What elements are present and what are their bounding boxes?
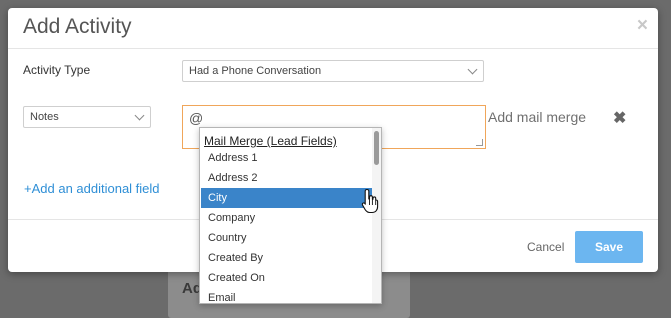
activity-type-select[interactable]: Had a Phone Conversation	[182, 60, 484, 82]
save-button[interactable]: Save	[575, 231, 643, 263]
field-select-value: Notes	[30, 111, 59, 123]
mail-merge-option-created-on[interactable]: Created On	[201, 268, 373, 288]
resize-grip-icon[interactable]	[476, 139, 483, 146]
mail-merge-option-country[interactable]: Country	[201, 228, 373, 248]
modal-header: Add Activity ×	[8, 8, 658, 49]
chevron-down-icon	[467, 64, 478, 75]
mail-merge-dropdown: Mail Merge (Lead Fields) Address 1 Addre…	[199, 127, 382, 304]
remove-icon[interactable]: ✖	[613, 108, 626, 128]
dropdown-scrollbar[interactable]	[372, 128, 381, 303]
close-icon[interactable]: ×	[637, 16, 648, 36]
activity-type-value: Had a Phone Conversation	[189, 65, 322, 77]
field-select[interactable]: Notes	[23, 106, 151, 128]
add-mail-merge-link[interactable]: Add mail merge	[488, 109, 586, 125]
cancel-button[interactable]: Cancel	[527, 240, 564, 254]
chevron-down-icon	[134, 110, 145, 121]
mail-merge-option-address-2[interactable]: Address 2	[201, 168, 373, 188]
activity-type-label: Activity Type	[23, 63, 91, 77]
add-additional-field-link[interactable]: +Add an additional field	[24, 181, 160, 196]
dropdown-scroll-thumb[interactable]	[374, 131, 379, 165]
mail-merge-option-address-1[interactable]: Address 1	[201, 148, 373, 168]
mail-merge-list: Address 1 Address 2 City Company Country…	[201, 148, 373, 303]
mail-merge-option-email[interactable]: Email	[201, 288, 373, 303]
mail-merge-dropdown-header: Mail Merge (Lead Fields)	[204, 134, 337, 148]
mail-merge-option-company[interactable]: Company	[201, 208, 373, 228]
notes-textarea-value: @	[189, 110, 204, 126]
mail-merge-option-created-by[interactable]: Created By	[201, 248, 373, 268]
hand-cursor-icon	[361, 188, 379, 214]
modal-title: Add Activity	[23, 15, 132, 38]
mail-merge-option-city[interactable]: City	[201, 188, 373, 208]
